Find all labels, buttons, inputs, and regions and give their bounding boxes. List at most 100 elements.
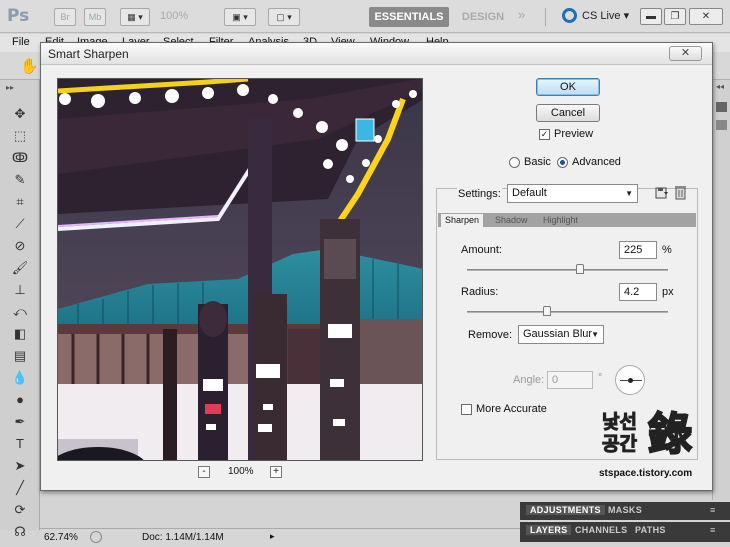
dodge-tool-icon[interactable]: ●: [11, 391, 29, 409]
zoom-out-button[interactable]: -: [198, 466, 210, 478]
tools-panel: ▸▸ ✥ ⬚ ↂ ✎ ⌗ ⟋ ⊘ 🖌 ⊥ ⤺ ◧ ▤ 💧 ● ✒ T ➤ ╱ ⟳…: [0, 80, 40, 539]
crop-tool-icon[interactable]: ⌗: [11, 193, 29, 211]
minimize-button[interactable]: ▬: [640, 8, 662, 25]
angle-unit: °: [598, 372, 603, 384]
status-doc-size: Doc: 1.14M/1.14M: [142, 532, 224, 543]
3d-rotate-tool-icon[interactable]: ⟳: [11, 501, 29, 519]
clone-stamp-tool-icon[interactable]: ⊥: [11, 281, 29, 299]
restore-button[interactable]: ❐: [664, 8, 686, 25]
launch-minibridge-button[interactable]: Mb: [84, 8, 106, 26]
launch-bridge-button[interactable]: Br: [54, 8, 76, 26]
status-info-icon: [90, 531, 102, 543]
zoom-level-select[interactable]: 100%: [160, 10, 188, 22]
status-zoom[interactable]: 62.74%: [44, 532, 78, 543]
tab-sharpen[interactable]: Sharpen: [441, 214, 484, 227]
shape-tool-icon[interactable]: ╱: [11, 479, 29, 497]
cs-live-menu[interactable]: CS Live ▾: [582, 9, 629, 22]
cancel-button[interactable]: Cancel: [536, 104, 600, 122]
angle-dial[interactable]: [615, 365, 645, 395]
chevron-down-icon: ▼: [625, 189, 633, 198]
radius-label: Radius:: [461, 286, 499, 298]
status-bar: 62.74% Doc: 1.14M/1.14M ▸: [40, 528, 520, 546]
brush-tool-icon[interactable]: 🖌: [11, 259, 29, 277]
basic-label: Basic: [524, 156, 551, 168]
workspace-essentials[interactable]: ESSENTIALS: [369, 7, 449, 27]
tab-adjustments[interactable]: ADJUSTMENTS: [526, 505, 605, 515]
filter-preview-image[interactable]: [57, 78, 423, 461]
zoom-in-button[interactable]: +: [270, 466, 282, 478]
more-workspaces-chevron-icon[interactable]: »: [518, 7, 525, 22]
eyedropper-tool-icon[interactable]: ⟋: [11, 215, 29, 233]
tab-highlight[interactable]: Highlight: [539, 214, 582, 227]
collapse-panel-icon[interactable]: ▸▸: [6, 83, 14, 92]
lasso-tool-icon[interactable]: ↂ: [11, 149, 29, 167]
preview-checkbox[interactable]: ✓: [539, 129, 550, 140]
angle-input[interactable]: 0: [547, 371, 593, 389]
expand-panels-icon[interactable]: ◂◂: [716, 82, 724, 91]
close-app-button[interactable]: ✕: [689, 8, 723, 25]
pen-tool-icon[interactable]: ✒: [11, 413, 29, 431]
screen-mode-button[interactable]: ▢ ▾: [268, 8, 300, 26]
type-tool-icon[interactable]: T: [11, 435, 29, 453]
dialog-title: Smart Sharpen: [48, 47, 129, 61]
chevron-down-icon: ▼: [591, 330, 599, 339]
tab-masks[interactable]: MASKS: [608, 505, 642, 515]
marquee-tool-icon[interactable]: ⬚: [11, 127, 29, 145]
separator: [545, 8, 557, 26]
tab-shadow[interactable]: Shadow: [491, 214, 532, 227]
amount-slider-track[interactable]: [467, 269, 668, 271]
radius-input[interactable]: 4.2: [619, 283, 657, 301]
more-accurate-checkbox[interactable]: [461, 404, 472, 415]
menu-file[interactable]: File: [12, 36, 30, 48]
collapsed-panels-column: ◂◂: [712, 80, 730, 500]
healing-brush-tool-icon[interactable]: ⊘: [11, 237, 29, 255]
eraser-tool-icon[interactable]: ◧: [11, 325, 29, 343]
advanced-radio[interactable]: [557, 157, 568, 168]
radius-slider-thumb[interactable]: [543, 306, 552, 316]
blur-tool-icon[interactable]: 💧: [11, 369, 29, 387]
status-menu-arrow-icon[interactable]: ▸: [270, 531, 275, 542]
history-brush-tool-icon[interactable]: ⤺: [11, 303, 29, 321]
amount-slider-thumb[interactable]: [575, 264, 584, 274]
remove-label: Remove:: [468, 329, 513, 341]
quick-select-tool-icon[interactable]: ✎: [11, 171, 29, 189]
move-tool-icon[interactable]: ✥: [11, 105, 29, 123]
amount-unit: %: [662, 244, 672, 256]
panel-menu-icon[interactable]: ≡: [710, 525, 716, 535]
history-panel-icon[interactable]: [716, 102, 727, 112]
arrange-documents-button[interactable]: ▣ ▾: [224, 8, 256, 26]
preview-photo-image: [58, 79, 422, 460]
watermark-line1: 낯선: [602, 411, 638, 433]
path-selection-tool-icon[interactable]: ➤: [11, 457, 29, 475]
more-accurate-label: More Accurate: [476, 403, 547, 415]
ok-button[interactable]: OK: [536, 78, 600, 96]
save-settings-icon[interactable]: [655, 186, 669, 200]
layers-panel-header: LAYERS CHANNELS PATHS ≡: [520, 522, 730, 542]
delete-settings-icon[interactable]: [674, 185, 687, 200]
cslive-icon: [562, 8, 577, 23]
dialog-titlebar[interactable]: Smart Sharpen ✕: [41, 43, 712, 65]
radius-slider-track[interactable]: [467, 311, 668, 313]
preview-label: Preview: [554, 128, 594, 140]
basic-radio[interactable]: [509, 157, 520, 168]
3d-orbit-tool-icon[interactable]: ☊: [11, 523, 29, 541]
actions-panel-icon[interactable]: [716, 120, 727, 130]
settings-dropdown[interactable]: Default ▼: [507, 184, 638, 203]
amount-input[interactable]: 225: [619, 241, 657, 259]
remove-dropdown[interactable]: Gaussian Blur ▼: [518, 325, 604, 344]
advanced-label: Advanced: [572, 156, 621, 168]
panel-menu-icon[interactable]: ≡: [710, 505, 716, 515]
settings-value: Default: [512, 187, 547, 199]
dialog-close-button[interactable]: ✕: [669, 46, 702, 61]
tab-paths[interactable]: PATHS: [635, 525, 666, 535]
angle-dial-center: [628, 378, 633, 383]
watermark-url: stspace.tistory.com: [599, 468, 693, 479]
tab-layers[interactable]: LAYERS: [526, 525, 572, 535]
tab-channels[interactable]: CHANNELS: [575, 525, 627, 535]
remove-value: Gaussian Blur: [523, 328, 593, 340]
hand-tool-icon: ✋: [20, 58, 39, 75]
gradient-tool-icon[interactable]: ▤: [11, 347, 29, 365]
workspace-design[interactable]: DESIGN: [454, 7, 512, 27]
preview-zoom-level: 100%: [228, 466, 254, 477]
view-extras-button[interactable]: ▦ ▾: [120, 8, 150, 26]
